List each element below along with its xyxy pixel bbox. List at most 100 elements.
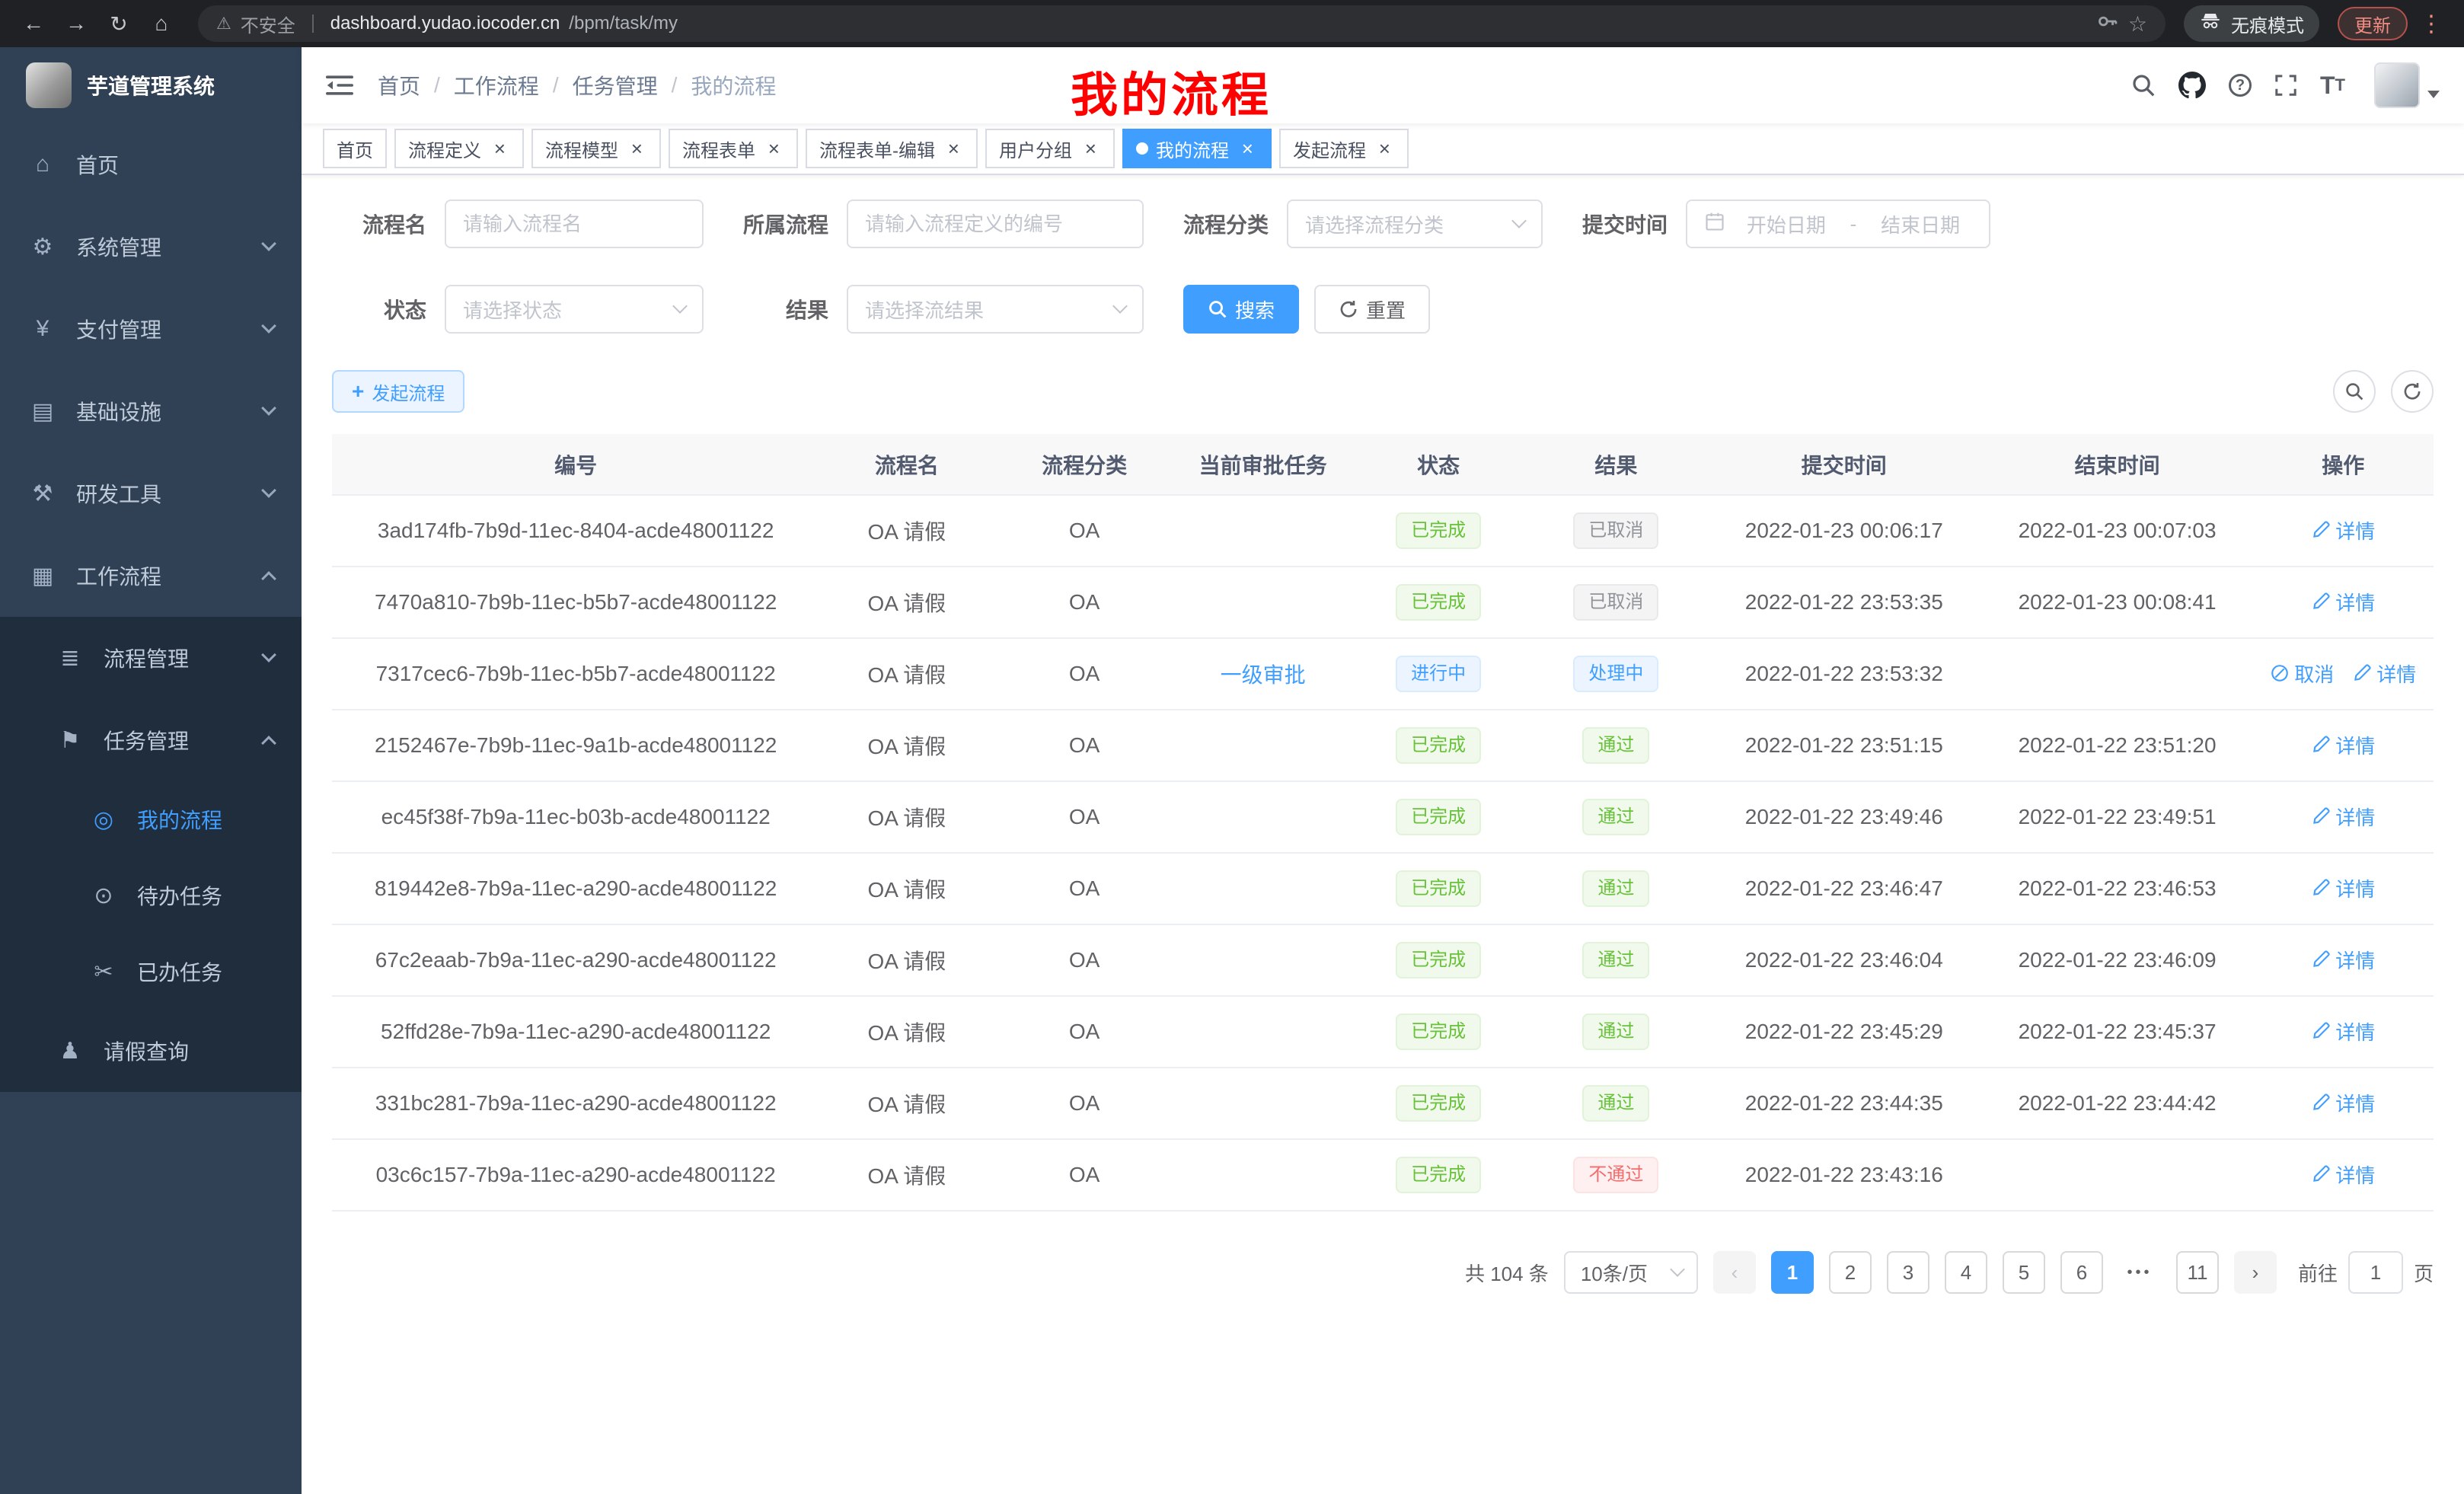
hamburger-icon[interactable] — [326, 74, 353, 97]
app-logo-bar[interactable]: 芋道管理系统 — [0, 47, 302, 123]
tab-label: 发起流程 — [1293, 136, 1366, 162]
create-process-button[interactable]: +发起流程 — [332, 370, 464, 413]
cell-submit-time: 2022-01-23 00:06:17 — [1706, 495, 1982, 567]
tab-发起流程[interactable]: 发起流程 × — [1279, 129, 1409, 168]
table-row: 819442e8-7b9a-11ec-a290-acde48001122OA 请… — [332, 853, 2434, 924]
help-icon[interactable]: ? — [2229, 74, 2252, 97]
tab-流程定义[interactable]: 流程定义× — [394, 129, 524, 168]
breadcrumb-item[interactable]: 首页 — [378, 70, 420, 101]
sidebar-item-task-manage[interactable]: ⚑任务管理 — [0, 699, 302, 781]
close-icon[interactable]: × — [1080, 138, 1101, 159]
process-name-input[interactable] — [445, 200, 704, 248]
browser-menu-icon[interactable]: ⋮ — [2414, 11, 2449, 37]
page-button-6[interactable]: 6 — [2060, 1251, 2103, 1294]
sidebar-item-dev-tools[interactable]: ⚒研发工具 — [0, 452, 302, 535]
page-size-select[interactable]: 10条/页 — [1564, 1251, 1698, 1294]
cell-actions: 详情 — [2253, 495, 2434, 567]
cell-end-time: 2022-01-23 00:07:03 — [1982, 495, 2253, 567]
detail-link[interactable]: 详情 — [2311, 588, 2375, 616]
cancel-link[interactable]: 取消 — [2270, 659, 2334, 688]
tab-流程模型[interactable]: 流程模型× — [531, 129, 661, 168]
page-button-3[interactable]: 3 — [1887, 1251, 1929, 1294]
incognito-badge: 无痕模式 — [2184, 5, 2319, 42]
tab-label: 流程表单-编辑 — [819, 136, 935, 162]
sidebar-item-infrastructure[interactable]: ▤基础设施 — [0, 370, 302, 452]
date-range-picker[interactable]: 开始日期 - 结束日期 — [1686, 200, 1990, 248]
navbar: 首页/工作流程/任务管理/我的流程 ? TT — [302, 47, 2464, 123]
search-button[interactable]: 搜索 — [1183, 285, 1299, 334]
cell-actions: 取消详情 — [2253, 638, 2434, 710]
detail-link[interactable]: 详情 — [2311, 946, 2375, 974]
tab-首页[interactable]: 首页 — [323, 129, 387, 168]
tab-我的流程[interactable]: 我的流程× — [1122, 129, 1272, 168]
sidebar-item-system-manage[interactable]: ⚙系统管理 — [0, 206, 302, 288]
browser-back-icon[interactable]: ← — [15, 5, 52, 42]
page-button-2[interactable]: 2 — [1829, 1251, 1872, 1294]
sidebar-item-done-task[interactable]: ✂已办任务 — [0, 934, 302, 1010]
page-button-1[interactable]: 1 — [1771, 1251, 1814, 1294]
browser-reload-icon[interactable]: ↻ — [101, 5, 137, 42]
bookmark-star-icon[interactable]: ☆ — [2128, 11, 2147, 37]
page-button-11[interactable]: 11 — [2176, 1251, 2219, 1294]
cell-category: OA — [994, 781, 1174, 853]
tab-流程表单-编辑[interactable]: 流程表单-编辑 × — [806, 129, 978, 168]
user-avatar[interactable] — [2374, 62, 2440, 108]
page-button-4[interactable]: 4 — [1945, 1251, 1987, 1294]
result-select[interactable]: 请选择流结果 — [847, 285, 1144, 334]
sidebar-item-my-process[interactable]: ◎我的流程 — [0, 781, 302, 857]
more-pages-icon[interactable]: ••• — [2118, 1251, 2161, 1294]
detail-link[interactable]: 详情 — [2311, 1089, 2375, 1117]
sidebar-item-label: 首页 — [76, 149, 274, 180]
breadcrumb-item[interactable]: 工作流程 — [454, 70, 539, 101]
address-bar[interactable]: ⚠ 不安全 dashboard.yudao.iocoder.cn/bpm/tas… — [198, 5, 2166, 42]
refresh-button[interactable] — [2391, 370, 2434, 413]
close-icon[interactable]: × — [1237, 138, 1258, 159]
detail-link[interactable]: 详情 — [2311, 731, 2375, 759]
sidebar-item-label: 基础设施 — [76, 396, 263, 426]
close-icon[interactable]: × — [943, 138, 964, 159]
detail-link[interactable]: 详情 — [2311, 516, 2375, 544]
sidebar-item-payment-manage[interactable]: ¥支付管理 — [0, 288, 302, 370]
close-icon[interactable]: × — [626, 138, 647, 159]
detail-link[interactable]: 详情 — [2311, 874, 2375, 902]
breadcrumb-item[interactable]: 任务管理 — [573, 70, 658, 101]
close-icon[interactable]: × — [489, 138, 510, 159]
search-toggle-button[interactable] — [2333, 370, 2376, 413]
key-icon[interactable] — [2096, 10, 2119, 38]
status-tag: 已完成 — [1396, 799, 1481, 835]
next-page-button[interactable]: › — [2234, 1251, 2277, 1294]
close-icon[interactable]: × — [763, 138, 784, 159]
tab-流程表单[interactable]: 流程表单× — [669, 129, 798, 168]
browser-home-icon[interactable]: ⌂ — [143, 5, 180, 42]
search-icon[interactable] — [2131, 73, 2156, 97]
browser-forward-icon[interactable]: → — [58, 5, 94, 42]
update-button[interactable]: 更新 — [2338, 7, 2408, 40]
task-link[interactable]: 一级审批 — [1221, 659, 1306, 689]
sidebar-item-process-manage[interactable]: ≣流程管理 — [0, 617, 302, 699]
page-button-5[interactable]: 5 — [2003, 1251, 2045, 1294]
github-icon[interactable] — [2178, 72, 2206, 99]
detail-link[interactable]: 详情 — [2311, 1017, 2375, 1045]
close-icon[interactable]: × — [1374, 138, 1395, 159]
detail-link[interactable]: 详情 — [2311, 1160, 2375, 1189]
prev-page-button[interactable]: ‹ — [1713, 1251, 1756, 1294]
category-select[interactable]: 请选择流程分类 — [1287, 200, 1543, 248]
sidebar-item-workflow[interactable]: ▦工作流程 — [0, 535, 302, 617]
sidebar-item-label: 流程管理 — [104, 643, 263, 673]
detail-link[interactable]: 详情 — [2352, 659, 2416, 688]
font-size-icon[interactable]: TT — [2320, 73, 2345, 97]
tab-用户分组[interactable]: 用户分组× — [985, 129, 1115, 168]
sidebar-item-leave-query[interactable]: ♟请假查询 — [0, 1010, 302, 1092]
security-label[interactable]: 不安全 — [241, 11, 295, 37]
reset-button[interactable]: 重置 — [1314, 285, 1430, 334]
goto-page-input[interactable] — [2348, 1251, 2403, 1294]
fullscreen-icon[interactable] — [2274, 74, 2297, 97]
cell-end-time: 2022-01-22 23:46:09 — [1982, 924, 2253, 996]
sidebar-item-home[interactable]: ⌂首页 — [0, 123, 302, 206]
app-window: ← → ↻ ⌂ ⚠ 不安全 dashboard.yudao.iocoder.cn… — [0, 0, 2464, 1494]
table-row: 7317cec6-7b9b-11ec-b5b7-acde48001122OA 请… — [332, 638, 2434, 710]
sidebar-item-todo-task[interactable]: ⊙待办任务 — [0, 857, 302, 934]
detail-link[interactable]: 详情 — [2311, 803, 2375, 831]
process-definition-input[interactable] — [847, 200, 1144, 248]
status-select[interactable]: 请选择状态 — [445, 285, 704, 334]
